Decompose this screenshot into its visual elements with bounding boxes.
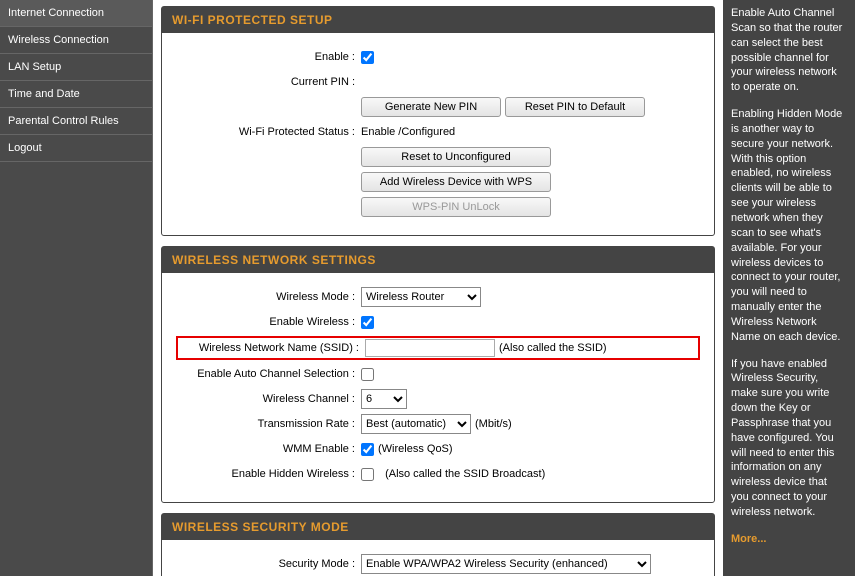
security-mode-label: Security Mode : — [176, 558, 361, 570]
sidebar-item-logout[interactable]: Logout — [0, 135, 152, 162]
help-paragraph-2: Enabling Hidden Mode is another way to s… — [731, 107, 847, 345]
wlan-panel: WIRELESS NETWORK SETTINGS Wireless Mode … — [161, 246, 715, 503]
sidebar-item-parental[interactable]: Parental Control Rules — [0, 108, 152, 135]
wps-enable-label: Enable : — [176, 51, 361, 63]
security-mode-select[interactable]: Enable WPA/WPA2 Wireless Security (enhan… — [361, 554, 651, 574]
add-wireless-device-button[interactable]: Add Wireless Device with WPS — [361, 172, 551, 192]
sidebar-item-internet[interactable]: Internet Connection — [0, 0, 152, 27]
wlan-mode-label: Wireless Mode : — [176, 291, 361, 303]
reset-unconfigured-button[interactable]: Reset to Unconfigured — [361, 147, 551, 167]
help-panel: Enable Auto Channel Scan so that the rou… — [723, 0, 855, 576]
sidebar-item-lan[interactable]: LAN Setup — [0, 54, 152, 81]
help-paragraph-1: Enable Auto Channel Scan so that the rou… — [731, 6, 847, 95]
hidden-note: (Also called the SSID Broadcast) — [385, 468, 545, 480]
wps-pin-label: Current PIN : — [176, 76, 361, 88]
wmm-checkbox[interactable] — [361, 443, 374, 456]
wlan-panel-title: WIRELESS NETWORK SETTINGS — [162, 247, 714, 273]
wps-status-value: Enable /Configured — [361, 126, 455, 138]
auto-channel-label: Enable Auto Channel Selection : — [176, 368, 361, 380]
wps-pin-unlock-button[interactable]: WPS-PIN UnLock — [361, 197, 551, 217]
rate-unit: (Mbit/s) — [475, 418, 512, 430]
wlan-enable-label: Enable Wireless : — [176, 316, 361, 328]
ssid-label: Wireless Network Name (SSID) : — [180, 342, 365, 354]
wps-panel-title: WI-FI PROTECTED SETUP — [162, 7, 714, 33]
security-panel: WIRELESS SECURITY MODE Security Mode : E… — [161, 513, 715, 576]
ssid-input[interactable] — [365, 339, 495, 357]
wlan-enable-checkbox[interactable] — [361, 316, 374, 329]
rate-select[interactable]: Best (automatic) — [361, 414, 471, 434]
help-more-link[interactable]: More... — [731, 533, 766, 545]
wps-panel: WI-FI PROTECTED SETUP Enable : Current P… — [161, 6, 715, 236]
channel-select[interactable]: 6 — [361, 389, 407, 409]
sidebar-item-wireless[interactable]: Wireless Connection — [0, 27, 152, 54]
wps-status-label: Wi-Fi Protected Status : — [176, 126, 361, 138]
ssid-row-highlight: Wireless Network Name (SSID) : (Also cal… — [176, 336, 700, 360]
channel-label: Wireless Channel : — [176, 393, 361, 405]
sidebar: Internet Connection Wireless Connection … — [0, 0, 153, 576]
security-panel-title: WIRELESS SECURITY MODE — [162, 514, 714, 540]
ssid-note: (Also called the SSID) — [499, 342, 607, 354]
main-content: WI-FI PROTECTED SETUP Enable : Current P… — [153, 0, 723, 576]
hidden-checkbox[interactable] — [361, 468, 374, 481]
rate-label: Transmission Rate : — [176, 418, 361, 430]
generate-pin-button[interactable]: Generate New PIN — [361, 97, 501, 117]
help-paragraph-3: If you have enabled Wireless Security, m… — [731, 357, 847, 520]
reset-pin-button[interactable]: Reset PIN to Default — [505, 97, 645, 117]
sidebar-item-time[interactable]: Time and Date — [0, 81, 152, 108]
wlan-mode-select[interactable]: Wireless Router — [361, 287, 481, 307]
auto-channel-checkbox[interactable] — [361, 368, 374, 381]
wmm-label: WMM Enable : — [176, 443, 361, 455]
wmm-note: (Wireless QoS) — [378, 443, 453, 455]
hidden-label: Enable Hidden Wireless : — [176, 468, 361, 480]
wps-enable-checkbox[interactable] — [361, 51, 374, 64]
